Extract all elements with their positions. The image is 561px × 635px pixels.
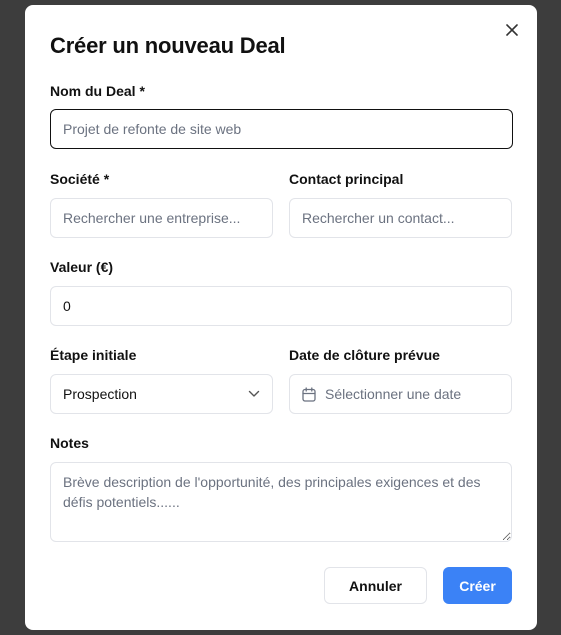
stage-label: Étape initiale: [50, 347, 137, 363]
contact-search-input[interactable]: [289, 198, 512, 238]
create-deal-dialog: Créer un nouveau Deal Nom du Deal * Soci…: [25, 5, 537, 630]
notes-label: Notes: [50, 435, 89, 451]
stage-selected-value: Prospection: [63, 386, 137, 402]
close-icon: [506, 24, 518, 36]
contact-label: Contact principal: [289, 171, 404, 187]
deal-name-label: Nom du Deal *: [50, 83, 145, 99]
close-date-picker[interactable]: Sélectionner une date: [289, 374, 512, 414]
company-search-input[interactable]: [50, 198, 273, 238]
close-date-label: Date de clôture prévue: [289, 347, 440, 363]
create-button[interactable]: Créer: [443, 567, 512, 604]
company-label: Société *: [50, 171, 110, 187]
value-label: Valeur (€): [50, 259, 114, 275]
close-button[interactable]: [503, 21, 521, 39]
cancel-button[interactable]: Annuler: [324, 567, 427, 604]
close-date-placeholder: Sélectionner une date: [325, 386, 462, 402]
chevron-down-icon: [248, 390, 260, 397]
stage-select[interactable]: Prospection: [50, 374, 273, 414]
notes-textarea[interactable]: [50, 462, 512, 542]
calendar-icon: [302, 386, 316, 402]
dialog-title: Créer un nouveau Deal: [50, 33, 286, 58]
deal-name-input[interactable]: [50, 109, 513, 149]
value-input[interactable]: [50, 286, 512, 326]
